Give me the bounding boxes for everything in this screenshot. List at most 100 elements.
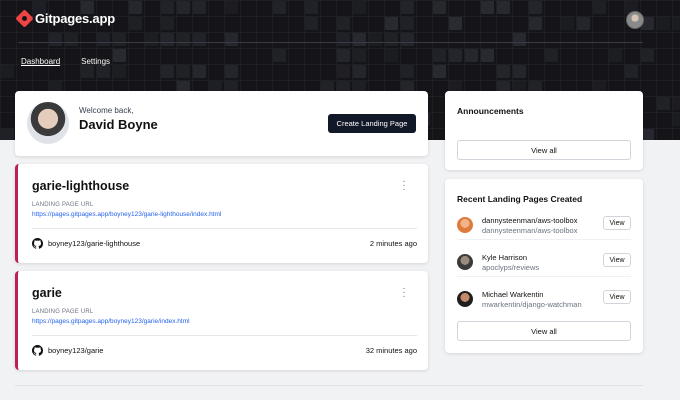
background-tile xyxy=(81,65,94,78)
divider xyxy=(457,276,631,277)
background-tile xyxy=(65,33,78,46)
main-nav: Dashboard Settings xyxy=(21,57,110,66)
background-tile xyxy=(401,33,414,46)
background-tile xyxy=(225,65,238,78)
recent-item-repo: dannysteenman/aws-toolbox xyxy=(482,226,578,235)
background-tile xyxy=(353,49,366,62)
recent-item-name: Michael Warkentin xyxy=(482,290,544,299)
recent-item-name: Kyle Harrison xyxy=(482,253,528,262)
background-tile xyxy=(657,97,670,110)
background-tile xyxy=(97,65,110,78)
divider xyxy=(457,239,631,240)
background-tile xyxy=(161,33,174,46)
repo-link[interactable]: boyney123/garie-lighthouse xyxy=(32,238,140,249)
repo-name: boyney123/garie-lighthouse xyxy=(48,239,141,248)
background-tile xyxy=(545,49,558,62)
background-tile xyxy=(1,65,14,78)
welcome-name: David Boyne xyxy=(79,117,158,132)
app-name: Gitpages.app xyxy=(35,11,115,26)
background-tile xyxy=(337,65,350,78)
welcome-subtitle: Welcome back, xyxy=(79,106,134,115)
welcome-card: Welcome back, David Boyne Create Landing… xyxy=(15,91,428,156)
page-url-link[interactable]: https://pages.gitpages.app/boyney123/gar… xyxy=(32,318,190,325)
background-tile xyxy=(657,17,670,30)
footer-divider xyxy=(15,385,643,386)
list-item: dannysteenman/aws-toolbox dannysteenman/… xyxy=(457,214,631,240)
recent-item-repo: mwarkentin/django-watchman xyxy=(482,300,582,309)
background-tile xyxy=(385,33,398,46)
background-tile xyxy=(113,33,126,46)
url-label: LANDING PAGE URL xyxy=(32,309,94,315)
background-tile xyxy=(1,129,14,140)
announcements-view-all-button[interactable]: View all xyxy=(457,140,631,160)
background-tile xyxy=(513,65,526,78)
background-tile xyxy=(609,49,622,62)
view-button[interactable]: View xyxy=(603,216,631,230)
kebab-menu-icon[interactable]: · · · xyxy=(401,177,407,195)
landing-page-card: garie · · · LANDING PAGE URL https://pages… xyxy=(15,271,428,370)
header-divider xyxy=(18,42,643,43)
landing-page-card: garie-lighthouse · · · LANDING PAGE URL ht… xyxy=(15,164,428,263)
background-tile xyxy=(273,49,286,62)
background-tile xyxy=(449,49,462,62)
background-tile xyxy=(401,65,414,78)
user-avatar[interactable] xyxy=(626,11,644,29)
background-tile xyxy=(497,65,510,78)
page-title: garie-lighthouse xyxy=(32,179,130,193)
divider xyxy=(32,228,417,229)
background-tile xyxy=(673,17,680,30)
background-tile xyxy=(481,49,494,62)
background-tile xyxy=(337,33,350,46)
nav-settings[interactable]: Settings xyxy=(81,57,110,66)
background-tile xyxy=(177,65,190,78)
recent-landing-pages-card: Recent Landing Pages Created dannysteenm… xyxy=(445,179,643,353)
repo-name: boyney123/garie xyxy=(48,346,104,355)
recent-item-repo: apoclyps/reviews xyxy=(482,263,540,272)
background-tile xyxy=(385,49,398,62)
github-icon xyxy=(32,238,43,249)
recent-title: Recent Landing Pages Created xyxy=(457,194,583,204)
background-tile xyxy=(353,33,366,46)
background-tile xyxy=(177,33,190,46)
background-tile xyxy=(145,33,158,46)
divider xyxy=(32,335,417,336)
recent-view-all-button[interactable]: View all xyxy=(457,321,631,341)
background-tile xyxy=(113,65,126,78)
background-tile xyxy=(49,33,62,46)
background-tile xyxy=(369,33,382,46)
view-button[interactable]: View xyxy=(603,290,631,304)
gitpages-logo-icon xyxy=(15,9,34,28)
background-tile xyxy=(337,49,350,62)
background-tile xyxy=(193,33,206,46)
background-tile xyxy=(625,65,638,78)
background-tile xyxy=(433,49,446,62)
create-landing-page-button[interactable]: Create Landing Page xyxy=(328,114,416,133)
page-timestamp: 2 minutes ago xyxy=(369,239,417,248)
background-tile xyxy=(225,33,238,46)
background-tile xyxy=(673,97,680,110)
page-timestamp: 32 minutes ago xyxy=(365,346,417,355)
background-tile xyxy=(113,49,126,62)
background-tile xyxy=(513,33,526,46)
background-tile xyxy=(641,49,654,62)
kebab-menu-icon[interactable]: · · · xyxy=(401,284,407,302)
avatar xyxy=(457,254,473,270)
view-button[interactable]: View xyxy=(603,253,631,267)
background-tile xyxy=(193,65,206,78)
list-item: Michael Warkentin mwarkentin/django-watc… xyxy=(457,288,631,314)
page-url-link[interactable]: https://pages.gitpages.app/boyney123/gar… xyxy=(32,211,221,218)
app-logo[interactable]: Gitpages.app xyxy=(15,9,115,28)
background-tile xyxy=(353,65,366,78)
profile-avatar xyxy=(27,102,69,144)
github-icon xyxy=(32,345,43,356)
background-tile xyxy=(161,65,174,78)
page-title: garie xyxy=(32,286,62,300)
list-item: Kyle Harrison apoclyps/reviews View xyxy=(457,251,631,277)
announcements-card: Announcements View all xyxy=(445,91,643,170)
background-tile xyxy=(465,49,478,62)
url-label: LANDING PAGE URL xyxy=(32,202,94,208)
nav-dashboard[interactable]: Dashboard xyxy=(21,57,60,66)
repo-link[interactable]: boyney123/garie xyxy=(32,345,103,356)
top-bar: Gitpages.app xyxy=(15,9,644,32)
announcements-title: Announcements xyxy=(457,106,524,116)
